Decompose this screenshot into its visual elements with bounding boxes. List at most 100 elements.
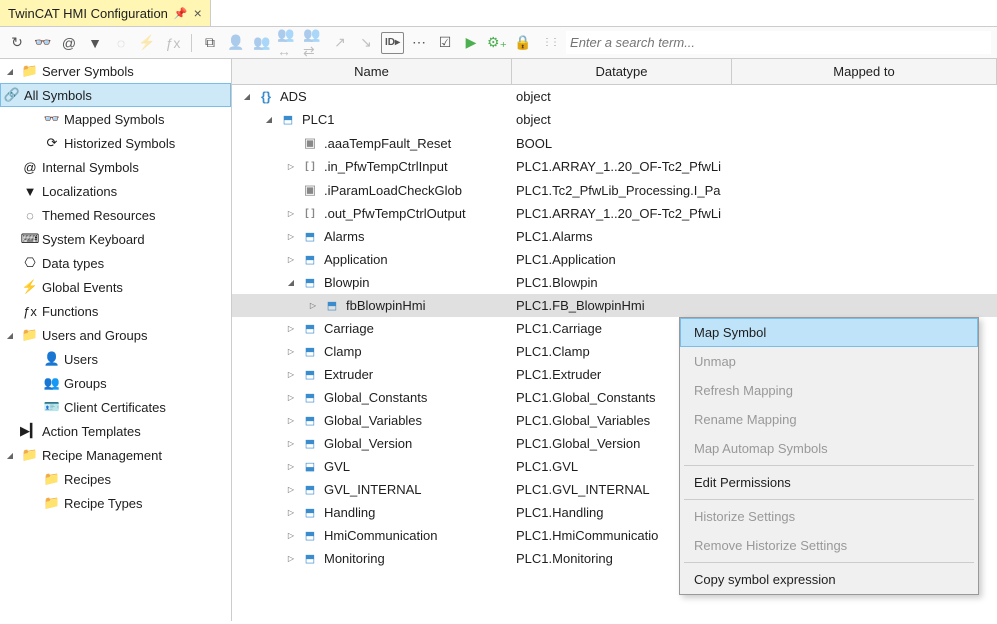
symbol-type-icon: [ ] [302, 208, 318, 219]
nav-icon: 👤 [44, 351, 60, 367]
symbol-datatype: PLC1.ARRAY_1..20_OF-Tc2_PfwLi [512, 159, 732, 174]
symbol-datatype: object [512, 112, 732, 127]
sidebar-item-server-symbols[interactable]: 📁Server Symbols [0, 59, 231, 83]
nav-icon: ▶▎ [22, 423, 38, 439]
grid-body: {}ADSobject⬒PLC1object▣.aaaTempFault_Res… [232, 85, 997, 621]
run-button[interactable]: ▶ [460, 32, 482, 54]
expander-icon[interactable] [284, 554, 298, 563]
sidebar-item-groups[interactable]: 👥Groups [0, 371, 231, 395]
symbol-row[interactable]: [ ].out_PfwTempCtrlOutputPLC1.ARRAY_1..2… [232, 202, 997, 225]
search-input[interactable] [566, 31, 991, 54]
symbol-row[interactable]: ▣.iParamLoadCheckGlobPLC1.Tc2_PfwLib_Pro… [232, 178, 997, 202]
symbol-row[interactable]: ⬒fbBlowpinHmiPLC1.FB_BlowpinHmi [232, 294, 997, 317]
symbol-row[interactable]: ▣.aaaTempFault_ResetBOOL [232, 131, 997, 155]
sidebar-item-users[interactable]: 👤Users [0, 347, 231, 371]
sidebar-item-recipe-types[interactable]: 📁Recipe Types [0, 491, 231, 515]
sidebar-item-system-keyboard[interactable]: ⌨System Keyboard [0, 227, 231, 251]
lock-button[interactable]: 🔒 [512, 32, 534, 54]
localize-button[interactable]: ▼ [84, 32, 106, 54]
expander-icon[interactable] [284, 439, 298, 448]
pin-icon[interactable]: 📌 [174, 7, 188, 20]
expander-icon[interactable] [284, 531, 298, 540]
symbol-name: GVL_INTERNAL [324, 482, 422, 497]
chevron-down-icon[interactable] [4, 329, 16, 341]
mapped-button[interactable]: 👓 [32, 32, 54, 54]
expander-icon[interactable] [284, 278, 298, 287]
sidebar-item-recipe-management[interactable]: 📁 Recipe Management [0, 443, 231, 467]
sidebar-item-internal-symbols[interactable]: @Internal Symbols [0, 155, 231, 179]
import-button: ↘ [355, 32, 377, 54]
sidebar-item-functions[interactable]: ƒxFunctions [0, 299, 231, 323]
internal-button[interactable]: @ [58, 32, 80, 54]
symbol-type-icon: [ ] [302, 161, 318, 172]
sidebar-item-recipes[interactable]: 📁Recipes [0, 467, 231, 491]
expander-icon[interactable] [284, 347, 298, 356]
symbol-type-icon: ▣ [302, 135, 318, 151]
symbol-row[interactable]: ⬒PLC1object [232, 108, 997, 131]
sidebar-item-global-events[interactable]: ⚡Global Events [0, 275, 231, 299]
symbol-row[interactable]: {}ADSobject [232, 85, 997, 108]
sidebar-item-data-types[interactable]: ⎔Data types [0, 251, 231, 275]
nav-icon: 📁 [22, 327, 38, 343]
expander-icon[interactable] [284, 162, 298, 171]
col-header-datatype[interactable]: Datatype [512, 59, 732, 84]
check-button[interactable]: ☑ [434, 32, 456, 54]
menu-item-copy-symbol-expression[interactable]: Copy symbol expression [680, 565, 978, 594]
sidebar-item-client-certificates[interactable]: 🪪Client Certificates [0, 395, 231, 419]
sidebar-item-all-symbols[interactable]: 🔗All Symbols [0, 83, 231, 107]
expander-icon[interactable] [284, 370, 298, 379]
sidebar-item-action-templates[interactable]: ▶▎Action Templates [0, 419, 231, 443]
gear-plus-button[interactable]: ⚙₊ [486, 32, 508, 54]
symbol-row[interactable]: ⬒BlowpinPLC1.Blowpin [232, 271, 997, 294]
event-button: ⚡ [136, 32, 158, 54]
symbol-type-icon: ⬒ [302, 368, 318, 381]
symbol-row[interactable]: ⬒AlarmsPLC1.Alarms [232, 225, 997, 248]
expander-icon[interactable] [284, 416, 298, 425]
menu-item-edit-permissions[interactable]: Edit Permissions [680, 468, 978, 497]
expander-icon[interactable] [284, 255, 298, 264]
refresh-button[interactable]: ↻ [6, 32, 28, 54]
sidebar-item-label: Groups [64, 376, 107, 391]
sidebar-item-localizations[interactable]: ▼Localizations [0, 179, 231, 203]
more-button[interactable]: ⋯ [408, 32, 430, 54]
nav-icon: 📁 [22, 447, 38, 463]
expander-icon[interactable] [284, 232, 298, 241]
symbol-datatype: BOOL [512, 136, 732, 151]
expander-icon[interactable] [284, 393, 298, 402]
move-users-button: 👥↔ [277, 32, 299, 54]
sidebar-item-label: Client Certificates [64, 400, 166, 415]
symbol-row[interactable]: ⬒ApplicationPLC1.Application [232, 248, 997, 271]
symbol-type-icon: ⬒ [280, 113, 296, 126]
expander-icon[interactable] [284, 485, 298, 494]
col-header-name[interactable]: Name [232, 59, 512, 84]
chevron-down-icon[interactable] [4, 65, 16, 77]
sidebar-item-historized-symbols[interactable]: ⟳Historized Symbols [0, 131, 231, 155]
menu-separator [684, 465, 974, 466]
user-add-button: 👤 [225, 32, 247, 54]
grip-icon: ⋮⋮ [542, 37, 558, 48]
menu-item-map-symbol[interactable]: Map Symbol [680, 318, 978, 347]
expander-icon[interactable] [284, 508, 298, 517]
sidebar-item-label: Themed Resources [42, 208, 155, 223]
expander-icon[interactable] [240, 92, 254, 101]
symbol-row[interactable]: [ ].in_PfwTempCtrlInputPLC1.ARRAY_1..20_… [232, 155, 997, 178]
symbol-datatype: PLC1.Blowpin [512, 275, 732, 290]
expander-icon[interactable] [262, 115, 276, 124]
sidebar-item-themed-resources[interactable]: ◌Themed Resources [0, 203, 231, 227]
sidebar-item-label: Recipe Management [42, 448, 162, 463]
id-button[interactable]: ID▸ [381, 32, 404, 54]
fn-button: ƒx [162, 32, 184, 54]
expander-icon[interactable] [284, 209, 298, 218]
chevron-down-icon[interactable] [4, 449, 16, 461]
close-icon[interactable]: × [194, 5, 202, 21]
expander-icon[interactable] [306, 301, 320, 310]
col-header-mapped[interactable]: Mapped to [732, 59, 997, 84]
expander-icon[interactable] [284, 324, 298, 333]
tab-hmi-config[interactable]: TwinCAT HMI Configuration 📌 × [0, 0, 211, 26]
expander-icon[interactable] [284, 462, 298, 471]
symbol-name: Clamp [324, 344, 362, 359]
export-button: ↗ [329, 32, 351, 54]
copy-button[interactable]: ⧉ [199, 32, 221, 54]
sidebar-item-users-and-groups[interactable]: 📁Users and Groups [0, 323, 231, 347]
sidebar-item-mapped-symbols[interactable]: 👓Mapped Symbols [0, 107, 231, 131]
